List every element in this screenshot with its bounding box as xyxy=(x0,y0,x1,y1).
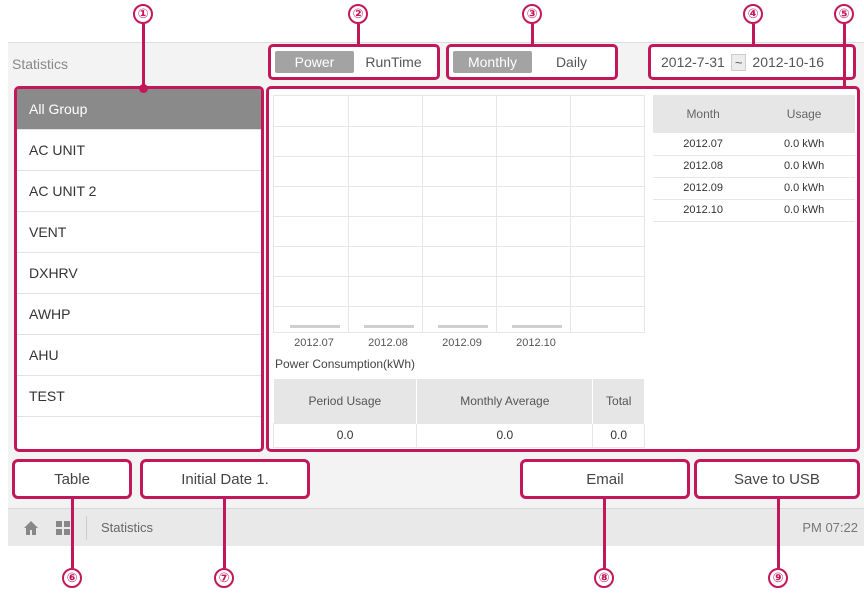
chart-gridline xyxy=(274,156,644,157)
callout-1: ① xyxy=(133,4,153,24)
chart-title: Power Consumption(kWh) xyxy=(275,357,416,371)
page-title: Statistics xyxy=(12,56,69,72)
group-item-all-group[interactable]: All Group xyxy=(17,89,261,130)
callout-line xyxy=(777,499,780,568)
chart-gridline xyxy=(274,186,644,187)
chart-gridline xyxy=(274,126,644,127)
grid-icon[interactable] xyxy=(54,519,72,537)
callout-8: ⑧ xyxy=(594,568,614,588)
power-chart xyxy=(273,95,645,333)
chart-bar xyxy=(290,325,340,328)
usage-month: 2012.08 xyxy=(653,155,754,178)
email-button[interactable]: Email xyxy=(520,459,690,499)
table-row: 2012.09 0.0 kWh xyxy=(653,177,855,200)
status-bar: Statistics PM 07:22 xyxy=(8,508,864,546)
chart-gridline xyxy=(274,216,644,217)
chart-bar xyxy=(364,325,414,328)
callout-2: ② xyxy=(348,4,368,24)
start-date-field[interactable]: 2012-7-31 xyxy=(655,54,731,70)
callout-5: ⑤ xyxy=(834,4,854,24)
usage-value: 0.0 kWh xyxy=(753,199,855,222)
date-range: 2012-7-31 ~ 2012-10-16 xyxy=(648,44,856,80)
chart-gridline xyxy=(274,276,644,277)
summary-header-total: Total xyxy=(592,379,645,423)
group-list: All Group AC UNIT AC UNIT 2 VENT DXHRV A… xyxy=(14,86,264,452)
chart-gridline xyxy=(348,96,349,332)
callout-line xyxy=(142,24,145,86)
monthly-tab[interactable]: Monthly xyxy=(453,51,532,73)
summary-monthly-average: 0.0 xyxy=(416,422,594,448)
initial-date-button[interactable]: Initial Date 1. xyxy=(140,459,310,499)
chart-x-tick-label: 2012.07 xyxy=(294,337,334,349)
usage-header-usage: Usage xyxy=(753,95,855,133)
power-tab[interactable]: Power xyxy=(275,51,354,73)
chart-gridline xyxy=(422,96,423,332)
usage-value: 0.0 kWh xyxy=(753,177,855,200)
group-item-awhp[interactable]: AWHP xyxy=(17,294,261,335)
summary-table: Period Usage Monthly Average Total 0.0 0… xyxy=(272,379,645,448)
callout-line xyxy=(603,499,606,568)
table-button[interactable]: Table xyxy=(12,459,132,499)
chart-x-tick-label: 2012.10 xyxy=(516,337,556,349)
callout-7: ⑦ xyxy=(214,568,234,588)
usage-month: 2012.07 xyxy=(653,133,754,156)
callout-line xyxy=(531,24,534,44)
period-toggle: Monthly Daily xyxy=(446,44,618,80)
callout-9: ⑨ xyxy=(768,568,788,588)
summary-header-period-usage: Period Usage xyxy=(273,379,418,423)
group-item-test[interactable]: TEST xyxy=(17,376,261,417)
chart-gridline xyxy=(570,96,571,332)
callout-line xyxy=(357,24,360,44)
usage-value: 0.0 kWh xyxy=(753,155,855,178)
callout-line xyxy=(223,499,226,568)
chart-x-tick-label: 2012.09 xyxy=(442,337,482,349)
summary-total: 0.0 xyxy=(592,422,645,448)
date-separator: ~ xyxy=(730,53,747,71)
status-screen-label: Statistics xyxy=(101,520,154,535)
save-to-usb-button[interactable]: Save to USB xyxy=(694,459,860,499)
daily-tab[interactable]: Daily xyxy=(532,51,611,73)
chart-bar xyxy=(512,325,562,328)
chart-x-tick-label: 2012.08 xyxy=(368,337,408,349)
status-divider xyxy=(86,515,87,540)
callout-4: ④ xyxy=(743,4,763,24)
usage-month: 2012.10 xyxy=(653,199,754,222)
callout-line xyxy=(843,24,846,86)
status-time: PM 07:22 xyxy=(802,520,858,535)
chart-gridline xyxy=(274,306,644,307)
chart-gridline xyxy=(496,96,497,332)
chart-gridline xyxy=(274,246,644,247)
group-item-ac-unit[interactable]: AC UNIT xyxy=(17,130,261,171)
home-icon[interactable] xyxy=(22,519,40,537)
usage-month: 2012.09 xyxy=(653,177,754,200)
callout-6: ⑥ xyxy=(62,568,82,588)
runtime-tab[interactable]: RunTime xyxy=(354,51,433,73)
group-item-ahu[interactable]: AHU xyxy=(17,335,261,376)
usage-header-month: Month xyxy=(653,95,754,133)
callout-line xyxy=(752,24,755,44)
statistics-panel: Power Consumption(kWh) Period Usage Mont… xyxy=(266,86,860,452)
callout-dot xyxy=(139,84,148,93)
chart-bar xyxy=(438,325,488,328)
table-row: 2012.08 0.0 kWh xyxy=(653,155,855,178)
table-row: 2012.07 0.0 kWh xyxy=(653,133,855,156)
summary-period-usage: 0.0 xyxy=(272,422,418,448)
usage-table: Month Usage 2012.07 0.0 kWh 2012.08 0.0 … xyxy=(653,95,855,222)
group-item-vent[interactable]: VENT xyxy=(17,212,261,253)
end-date-field[interactable]: 2012-10-16 xyxy=(746,54,830,70)
callout-line xyxy=(71,499,74,568)
callout-3: ③ xyxy=(522,4,542,24)
usage-value: 0.0 kWh xyxy=(753,133,855,156)
view-toggle: Power RunTime xyxy=(268,44,440,80)
group-item-ac-unit-2[interactable]: AC UNIT 2 xyxy=(17,171,261,212)
summary-header-monthly-average: Monthly Average xyxy=(416,379,594,423)
group-item-dxhrv[interactable]: DXHRV xyxy=(17,253,261,294)
table-row: 2012.10 0.0 kWh xyxy=(653,199,855,222)
chart-gridline xyxy=(644,96,645,332)
